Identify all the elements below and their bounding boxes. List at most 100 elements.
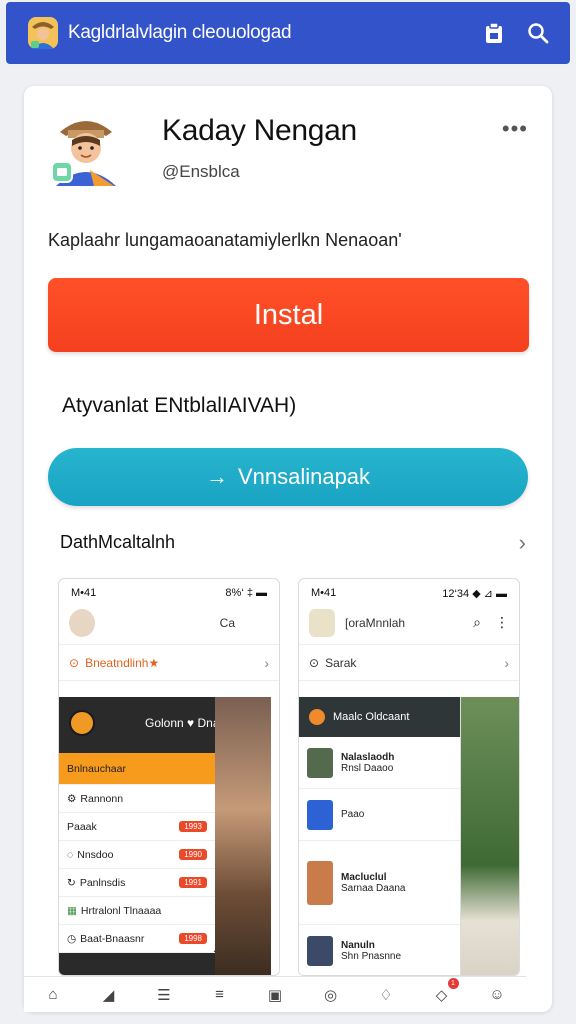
menu-item: ⚙ Rannonn — [59, 785, 215, 813]
list-icon[interactable]: ☰ — [153, 984, 175, 1006]
chevron-right-icon: › — [504, 654, 509, 671]
list-item: ⊙ Sarak › — [299, 645, 519, 681]
install-button[interactable]: Instal — [48, 278, 529, 352]
grid-icon: ▦ — [67, 904, 77, 917]
menu-item: Bnlnauchaar — [59, 753, 215, 785]
profile-icon[interactable]: ☺ — [486, 984, 508, 1006]
chat-icon[interactable]: ◎ — [320, 984, 342, 1006]
menu-item: Paaak 1993 — [59, 813, 215, 841]
app-logo-icon[interactable] — [26, 15, 60, 51]
avatar — [69, 608, 95, 637]
chevron-right-icon[interactable]: › — [519, 530, 526, 556]
menu-pill: 1993 — [179, 821, 207, 832]
menu-label: Rannonn — [80, 792, 124, 805]
thumbnail — [307, 799, 333, 830]
app-title: Kagldrlalvlagin cleouologad — [68, 22, 292, 43]
menu-item: ▦ Hrtralonl Tlnaaaa — [59, 897, 215, 925]
menu-label: Panlnsdis — [79, 876, 126, 889]
item-title: Nanuln — [341, 939, 375, 951]
header-text: [oraMnnlah — [345, 615, 406, 630]
item-title: Paao — [341, 809, 365, 820]
bell-icon[interactable]: ♢ — [375, 984, 397, 1006]
menu-label: Hrtralonl Tlnaaaa — [80, 904, 162, 917]
bottom-navigation: ⌂ ◢ ☰ ≡ ▣ ◎ ♢ ◇ 1 ☺ — [24, 976, 526, 1012]
search-icon[interactable] — [520, 15, 556, 51]
menu-item: ◌ Nnsdoo 1990 — [59, 841, 215, 869]
more-vertical-icon: ⋮ — [495, 614, 509, 630]
content-panel: Maalc Oldcaant Nalaslaodh Rnsl Daaoo Paao… — [299, 697, 461, 975]
profile-header: Kaday Nengan @Ensblca ••• — [48, 106, 528, 196]
clipboard-icon[interactable] — [476, 15, 512, 51]
menu-pill: 1990 — [179, 849, 207, 860]
item-sub: Sarnaa Daana — [341, 882, 406, 894]
settings-icon: ⊙ — [309, 655, 320, 670]
item-sub: Shn Pnasnne — [341, 950, 402, 962]
list-item: Nanuln Shn Pnasnne — [299, 925, 460, 975]
list-item: ⊙ Bneatndlinh★ › — [59, 645, 279, 681]
dark-panel: Golonn ♥ Dnaenn Bnlnauchaar ⚙ Rannonn Paa… — [59, 697, 271, 975]
gear-icon: ⚙ — [67, 792, 77, 805]
app-icon — [309, 608, 335, 637]
menu-item: ↻ Panlnsdis 1991 — [59, 869, 215, 897]
badge-icon — [309, 709, 325, 725]
menu-list: Bnlnauchaar ⚙ Rannonn Paaak 1993 ◌ Nnsdoo 19… — [59, 753, 215, 953]
app-detail-card: Kaday Nengan @Ensblca ••• Kaplaahr lunga… — [24, 86, 552, 1012]
status-bar: M•41 12‘34 ◆ ⊿ ▬ — [311, 587, 507, 601]
advance-info-text: Atyvanlat ENtblalIAIVAH) — [62, 394, 297, 417]
menu-item: ◷ Baat-Bnaasnr 1998 — [59, 925, 215, 953]
coin-icon: ⊙ — [69, 655, 80, 670]
list-item: Paao — [299, 789, 460, 841]
search-icon: ⌕ — [473, 614, 481, 630]
notification-icon[interactable]: ◇ 1 — [431, 977, 459, 1006]
screenshot-1[interactable]: M•41 8%‘ ‡ ▬ Ca ⊙ Bneatndlinh★ › Golonn … — [58, 578, 280, 976]
avatar[interactable] — [50, 110, 122, 186]
calendar-icon[interactable]: ▣ — [264, 984, 286, 1006]
menu-label: Baat-Bnaasnr — [80, 932, 145, 945]
screenshots-section-title: DathMcaltalnh — [60, 532, 176, 552]
panel-title: Maalc Oldcaant — [333, 711, 410, 723]
status-icons: 12‘34 ◆ ⊿ ▬ — [442, 588, 507, 600]
item-title: Nalaslaodh — [341, 751, 395, 763]
plant-photo — [459, 697, 519, 975]
stack-icon[interactable]: ≡ — [209, 984, 231, 1006]
menu-pill: 1998 — [179, 933, 207, 944]
screenshot-gallery[interactable]: M•41 8%‘ ‡ ▬ Ca ⊙ Bneatndlinh★ › Golonn … — [58, 578, 520, 976]
top-app-bar: Kagldrlalvlagin cleouologad — [6, 2, 570, 64]
developer-name: Kaday Nengan — [162, 114, 357, 147]
clock-icon: ◷ — [67, 932, 77, 945]
thumbnail — [307, 935, 333, 966]
item-title: Macluclul — [341, 871, 387, 883]
chevron-right-icon: › — [264, 654, 269, 671]
secondary-action-button[interactable]: → Vnnsalinapak — [48, 448, 528, 506]
header-text: Ca — [219, 615, 235, 630]
screenshot-header: Ca — [59, 601, 279, 645]
status-bar: M•41 8%‘ ‡ ▬ — [71, 587, 267, 601]
notification-badge: 1 — [447, 977, 459, 989]
app-description: Kaplaahr lungamaoanatamiylerlkn Nenaoan' — [48, 230, 402, 250]
row-label: Sarak — [325, 655, 357, 670]
screenshot-header: [oraMnnlah ⌕ ⋮ — [299, 601, 519, 645]
arrow-right-icon: → — [205, 464, 228, 489]
menu-label: Paaak — [67, 820, 97, 833]
bell-icon: ◌ — [67, 848, 74, 861]
status-time: M•41 — [71, 587, 97, 599]
row-label: Bneatndlinh★ — [85, 655, 160, 670]
screenshot-2[interactable]: M•41 12‘34 ◆ ⊿ ▬ [oraMnnlah ⌕ ⋮ ⊙ Sarak … — [298, 578, 520, 976]
more-options-icon[interactable]: ••• — [502, 116, 528, 142]
status-icons: 8%‘ ‡ ▬ — [225, 587, 267, 599]
status-time: M•41 — [311, 587, 337, 599]
menu-label: Nnsdoo — [77, 848, 114, 861]
item-sub: Rnsl Daaoo — [341, 762, 394, 774]
badge-icon — [69, 710, 95, 736]
list-item: Macluclul Sarnaa Daana — [299, 841, 460, 925]
list-item: Nalaslaodh Rnsl Daaoo — [299, 737, 460, 789]
menu-label: Bnlnauchaar — [67, 762, 126, 775]
home-icon[interactable]: ⌂ — [42, 984, 64, 1006]
folder-icon[interactable]: ◢ — [98, 984, 120, 1006]
refresh-icon: ↻ — [67, 876, 76, 889]
thumbnail — [307, 747, 333, 778]
developer-handle: @Ensblca — [162, 162, 240, 181]
menu-pill: 1991 — [179, 877, 207, 888]
thumbnail — [307, 860, 333, 905]
photo-strip — [215, 697, 271, 975]
